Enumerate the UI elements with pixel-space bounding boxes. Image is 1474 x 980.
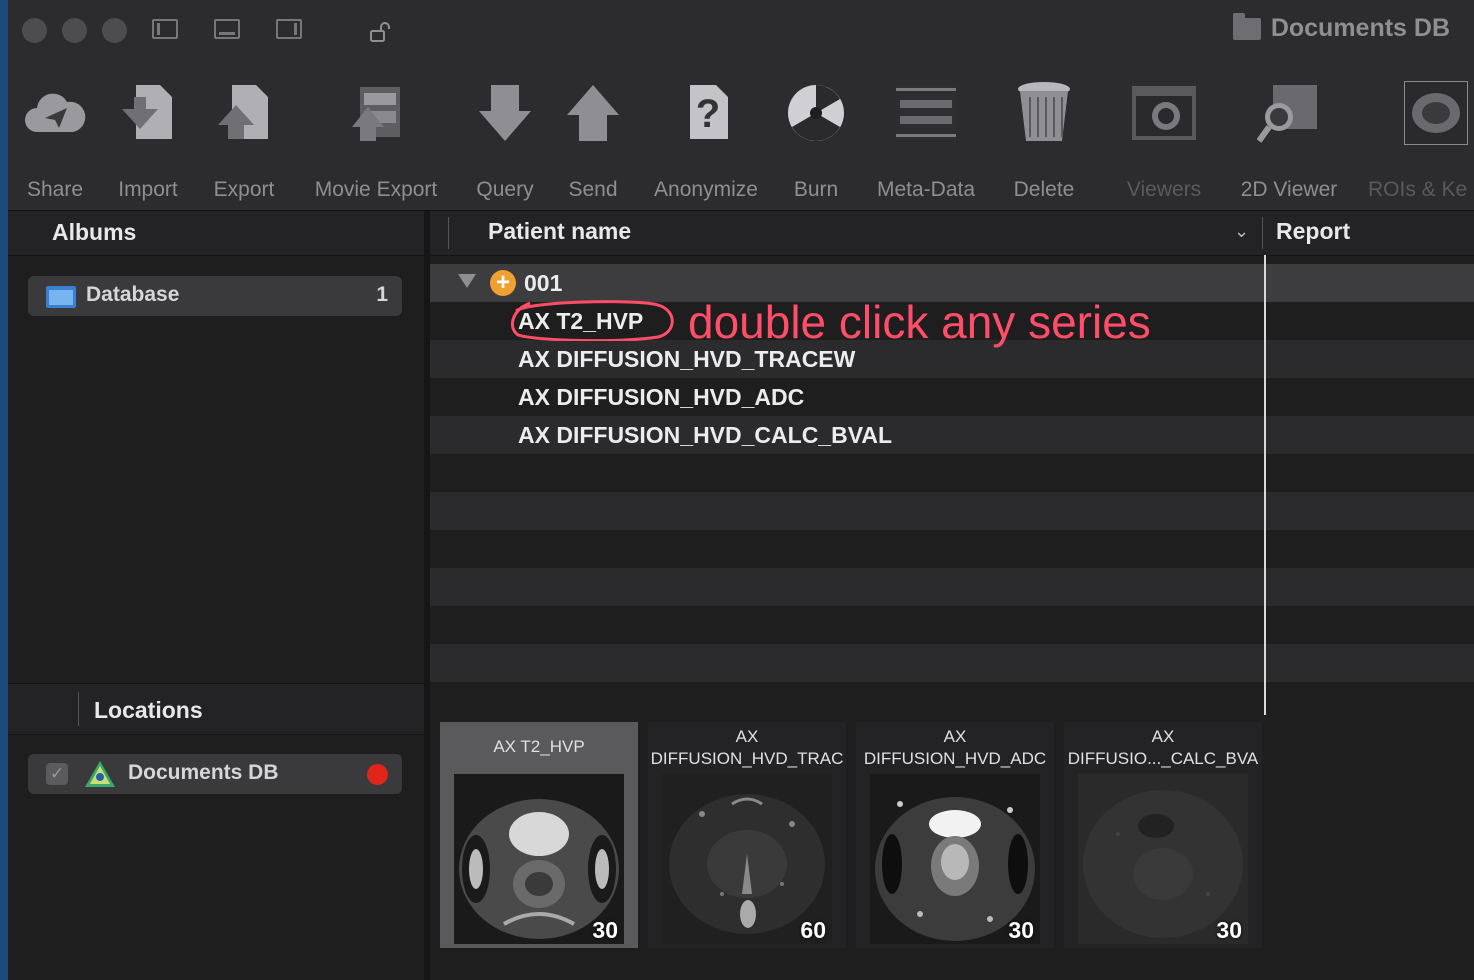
share-button[interactable]: Share [20, 78, 90, 208]
table-header: Patient name ⌄ Report [430, 211, 1474, 256]
query-icon [471, 78, 539, 148]
series-row[interactable]: AX DIFFUSION_HVD_CALC_BVAL [430, 416, 1474, 454]
thumbnail-label: AX DIFFUSIO..._CALC_BVA [1067, 727, 1259, 768]
meta-data-icon [892, 78, 960, 148]
column-report[interactable]: Report [1276, 218, 1350, 245]
toolbar: Documents DB Share Import Export Movie E… [8, 0, 1474, 211]
rois-button[interactable]: ROIs & Ke [1368, 78, 1474, 208]
rois-icon [1402, 78, 1470, 148]
import-button[interactable]: Import [112, 78, 184, 208]
empty-row [430, 492, 1474, 530]
column-patient-name[interactable]: Patient name [488, 218, 631, 245]
location-checkbox[interactable]: ✓ [46, 763, 68, 785]
toggle-bottom-panel-button[interactable] [210, 17, 244, 43]
unlock-icon[interactable] [368, 20, 392, 44]
image-count: 30 [1216, 917, 1242, 943]
sidebar: Albums Database 1 Locations ✓ Documents … [8, 211, 424, 980]
mri-image: 30 [1078, 774, 1248, 944]
location-status-icon [367, 764, 388, 785]
2d-viewer-icon [1255, 78, 1323, 148]
burn-button[interactable]: Burn [782, 78, 850, 208]
window-title-text: Documents DB [1270, 14, 1450, 42]
close-window-button[interactable] [22, 18, 47, 43]
locations-header: Locations [8, 683, 424, 735]
database-browser: Patient name ⌄ Report + 001 AX T2_HVP AX… [430, 211, 1474, 980]
window-title: Documents DB [1232, 12, 1450, 43]
database-icon [46, 286, 76, 308]
osirix-logo-icon [85, 761, 115, 787]
anonymize-button[interactable]: ? Anonymize [646, 78, 766, 208]
image-count: 60 [800, 917, 826, 943]
thumbnail-label: AX DIFFUSION_HVD_TRAC [650, 727, 844, 768]
svg-text:?: ? [696, 92, 720, 136]
series-thumbnail[interactable]: AX T2_HVP 30 [440, 722, 638, 948]
mri-image: 30 [870, 774, 1040, 944]
movie-export-button[interactable]: Movie Export [306, 78, 446, 208]
annotation-text: double click any series [688, 296, 1151, 348]
thumbnail-strip: AX T2_HVP 30 AX DIFFUSION_HVD_TRAC 60 AX… [430, 716, 1474, 980]
trash-icon [1010, 78, 1078, 148]
toggle-right-panel-button[interactable] [272, 17, 306, 43]
empty-row [430, 606, 1474, 644]
import-icon [114, 78, 182, 148]
movie-export-icon [342, 78, 410, 148]
series-thumbnail[interactable]: AX DIFFUSIO..._CALC_BVA 30 [1064, 722, 1262, 948]
location-documents-db[interactable]: ✓ Documents DB [28, 754, 402, 794]
export-icon [210, 78, 278, 148]
2d-viewer-button[interactable]: 2D Viewer [1232, 78, 1346, 208]
series-row[interactable]: AX DIFFUSION_HVD_ADC [430, 378, 1474, 416]
image-count: 30 [592, 917, 618, 943]
mri-image: 60 [662, 774, 832, 944]
disclosure-triangle-icon[interactable] [458, 274, 476, 288]
export-button[interactable]: Export [208, 78, 280, 208]
cloud-send-icon [21, 78, 89, 148]
empty-row [430, 454, 1474, 492]
minimize-window-button[interactable] [62, 18, 87, 43]
app-window: Documents DB Share Import Export Movie E… [8, 0, 1474, 980]
toggle-left-panel-button[interactable] [148, 17, 182, 43]
empty-row [430, 568, 1474, 606]
folder-icon [1232, 12, 1261, 40]
anonymize-icon: ? [672, 78, 740, 148]
album-count: 1 [376, 283, 388, 306]
empty-row [430, 682, 1474, 714]
chevron-down-icon[interactable]: ⌄ [1234, 221, 1249, 242]
thumbnail-label: AX DIFFUSION_HVD_ADC [863, 727, 1047, 768]
viewers-icon [1130, 78, 1198, 148]
delete-button[interactable]: Delete [1002, 78, 1086, 208]
mri-image: 30 [454, 774, 624, 944]
plus-icon[interactable]: + [490, 270, 516, 296]
send-button[interactable]: Send [558, 78, 628, 208]
empty-row [430, 644, 1474, 682]
empty-row [430, 530, 1474, 568]
annotation-highlight-circle [511, 300, 674, 341]
album-database[interactable]: Database 1 [28, 276, 402, 316]
image-count: 30 [1008, 917, 1034, 943]
series-thumbnail[interactable]: AX DIFFUSION_HVD_TRAC 60 [648, 722, 846, 948]
column-divider[interactable] [1264, 255, 1266, 715]
send-icon [559, 78, 627, 148]
zoom-window-button[interactable] [102, 18, 127, 43]
burn-icon [782, 78, 850, 148]
viewers-button[interactable]: Viewers [1118, 78, 1210, 208]
query-button[interactable]: Query [470, 78, 540, 208]
thumbnail-label: AX T2_HVP [493, 737, 585, 756]
albums-header: Albums [8, 211, 424, 256]
series-thumbnail[interactable]: AX DIFFUSION_HVD_ADC 30 [856, 722, 1054, 948]
meta-data-button[interactable]: Meta-Data [868, 78, 984, 208]
